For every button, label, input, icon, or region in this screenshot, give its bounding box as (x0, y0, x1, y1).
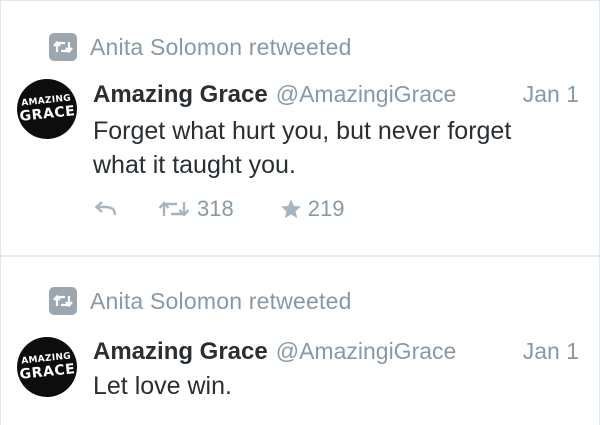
tweet-header: Amazing Grace @AmazingiGrace Jan 1 (93, 338, 579, 366)
reply-button[interactable] (93, 200, 119, 218)
retweet-context[interactable]: Anita Solomon retweeted (49, 287, 352, 315)
avatar-text-line2: GRACE (18, 361, 77, 383)
tweet-card[interactable]: Anita Solomon retweeted AMAZING GRACE Am… (0, 255, 600, 425)
avatar-text-line2: GRACE (18, 103, 77, 125)
author-name[interactable]: Amazing Grace (93, 81, 268, 109)
retweet-icon (157, 199, 191, 219)
tweet-date[interactable]: Jan 1 (523, 338, 579, 365)
timeline: Anita Solomon retweeted AMAZING GRACE Am… (0, 0, 600, 425)
avatar[interactable]: AMAZING GRACE (14, 76, 80, 142)
retweet-button[interactable]: 318 (157, 196, 234, 222)
reply-icon (93, 200, 119, 218)
like-count: 219 (307, 196, 345, 221)
retweet-label: Anita Solomon retweeted (90, 287, 352, 314)
star-icon (280, 198, 302, 220)
retweet-context[interactable]: Anita Solomon retweeted (49, 33, 352, 61)
retweet-icon (49, 287, 77, 315)
retweet-count: 318 (197, 196, 234, 221)
author-handle[interactable]: @AmazingiGrace (276, 338, 457, 365)
retweet-label: Anita Solomon retweeted (90, 33, 352, 60)
tweet-actions: 318 219 (93, 196, 344, 222)
retweet-icon (49, 33, 77, 61)
author-name[interactable]: Amazing Grace (93, 338, 268, 366)
author-handle[interactable]: @AmazingiGrace (276, 81, 457, 108)
tweet-date[interactable]: Jan 1 (523, 81, 579, 108)
tweet-header: Amazing Grace @AmazingiGrace Jan 1 (93, 81, 579, 109)
avatar[interactable]: AMAZING GRACE (14, 334, 80, 400)
tweet-text: Forget what hurt you, but never forget w… (93, 117, 512, 179)
tweet-card[interactable]: Anita Solomon retweeted AMAZING GRACE Am… (0, 0, 600, 255)
like-button[interactable]: 219 (280, 196, 345, 222)
tweet-text: Let love win. (93, 372, 232, 400)
